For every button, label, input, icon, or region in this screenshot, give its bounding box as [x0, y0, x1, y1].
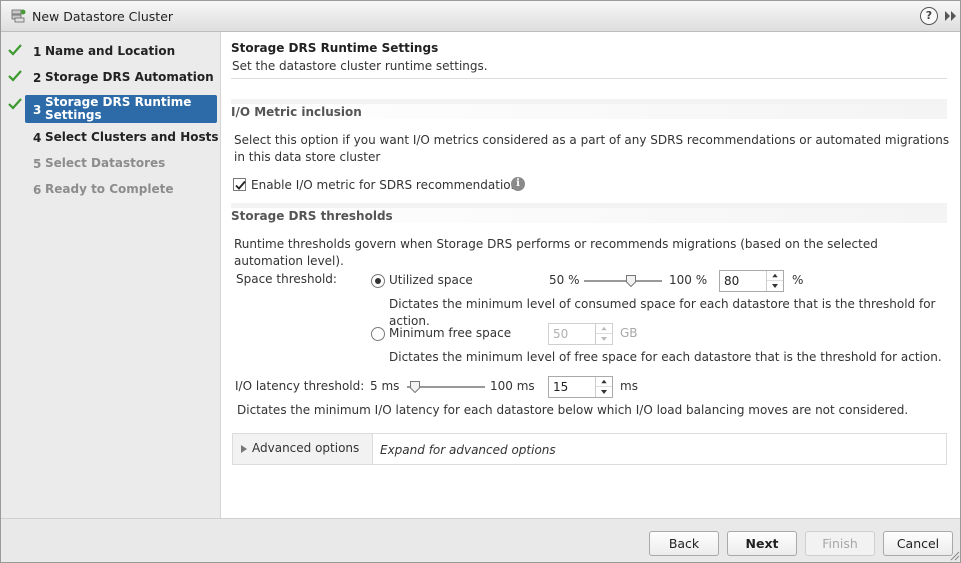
step-label: Select Datastores — [45, 156, 166, 170]
wizard-footer: Back Next Finish Cancel — [1, 518, 960, 562]
minimum-free-space-spinner: 50 — [548, 323, 613, 345]
checkmark-icon — [8, 98, 22, 110]
spin-up-icon — [596, 326, 612, 334]
io-latency-spinner[interactable]: 15 — [548, 376, 613, 398]
io-latency-max-label: 100 ms — [490, 379, 535, 393]
utilized-max-label: 100 % — [669, 273, 708, 287]
advanced-options-toggle[interactable]: Advanced options — [233, 434, 373, 464]
wizard-dialog: New Datastore Cluster ? 1 Name and Locat… — [0, 0, 961, 563]
spin-down-icon — [601, 337, 607, 341]
utilized-space-label[interactable]: Utilized space — [389, 272, 473, 289]
step-label: Ready to Complete — [45, 182, 174, 196]
utilized-space-slider-thumb[interactable] — [625, 275, 636, 287]
step-select-datastores: 5 Select Datastores — [1, 151, 221, 177]
step-ready-to-complete: 6 Ready to Complete — [1, 177, 221, 203]
resize-grip-icon[interactable] — [948, 549, 960, 561]
enable-io-metric-checkbox[interactable] — [233, 178, 246, 191]
utilized-space-spinner[interactable]: 80 — [719, 270, 784, 292]
page-title: Storage DRS Runtime Settings — [231, 41, 439, 55]
step-number: 6 — [33, 183, 42, 197]
step-number: 1 — [33, 45, 42, 59]
thresholds-description: Runtime thresholds govern when Storage D… — [234, 237, 878, 268]
utilized-space-radio[interactable] — [371, 274, 385, 288]
io-latency-help: Dictates the minimum I/O latency for eac… — [237, 403, 909, 417]
step-number: 4 — [33, 131, 42, 145]
step-label: Storage DRS Automation — [45, 70, 214, 84]
io-latency-value[interactable]: 15 — [553, 380, 568, 394]
dialog-title: New Datastore Cluster — [32, 9, 174, 24]
io-latency-min-label: 5 ms — [370, 379, 400, 393]
step-label: Storage DRS Runtime Settings — [45, 95, 192, 122]
finish-button: Finish — [805, 531, 875, 556]
utilized-space-value[interactable]: 80 — [724, 274, 739, 288]
minimum-free-space-radio[interactable] — [371, 327, 385, 341]
minimum-free-space-help: Dictates the minimum level of free space… — [389, 350, 942, 364]
minimum-free-space-value: 50 — [553, 327, 569, 341]
popout-icon[interactable] — [943, 9, 957, 23]
next-button[interactable]: Next — [727, 531, 797, 556]
io-latency-label: I/O latency threshold: — [235, 379, 365, 393]
io-latency-unit: ms — [620, 379, 638, 393]
checkmark-icon — [8, 70, 22, 82]
thresholds-heading: Storage DRS thresholds — [231, 209, 393, 223]
step-number: 2 — [33, 71, 42, 85]
step-label: Name and Location — [45, 44, 176, 58]
utilized-space-unit: % — [792, 273, 804, 287]
header-divider — [231, 78, 947, 79]
spin-up-icon[interactable] — [767, 271, 783, 281]
step-storage-drs-automation[interactable]: 2 Storage DRS Automation — [1, 65, 221, 91]
io-metric-heading: I/O Metric inclusion — [231, 105, 362, 119]
minimum-free-space-label[interactable]: Minimum free space — [389, 325, 511, 342]
step-name-and-location[interactable]: 1 Name and Location — [1, 39, 221, 65]
spin-down-icon[interactable] — [767, 281, 783, 291]
datastore-cluster-icon — [11, 9, 26, 23]
advanced-options-hint: Expand for advanced options — [380, 443, 556, 457]
checkmark-icon — [8, 44, 22, 56]
advanced-options-panel: Advanced options Expand for advanced opt… — [232, 433, 947, 465]
spin-down-icon[interactable] — [596, 387, 612, 397]
page-subtitle: Set the datastore cluster runtime settin… — [232, 59, 488, 73]
help-icon[interactable]: ? — [920, 7, 938, 25]
step-label: Select Clusters and Hosts — [45, 130, 219, 144]
step-number: 5 — [33, 157, 42, 171]
step-content: Storage DRS Runtime Settings Set the dat… — [222, 32, 960, 518]
back-button[interactable]: Back — [649, 531, 719, 556]
spin-up-icon[interactable] — [596, 377, 612, 387]
expand-caret-icon[interactable] — [241, 445, 247, 453]
utilized-min-label: 50 % — [549, 273, 580, 287]
wizard-steps: 1 Name and Location 2 Storage DRS Automa… — [1, 32, 221, 518]
thresholds-section-header: Storage DRS thresholds — [231, 203, 947, 223]
checkmark-icon — [235, 180, 246, 190]
step-select-clusters-and-hosts[interactable]: 4 Select Clusters and Hosts — [1, 125, 221, 151]
cancel-button[interactable]: Cancel — [883, 531, 953, 556]
enable-io-metric-label[interactable]: Enable I/O metric for SDRS recommendatio… — [251, 177, 525, 194]
minimum-free-space-unit: GB — [620, 326, 638, 340]
title-bar: New Datastore Cluster ? — [1, 1, 960, 32]
io-latency-slider-thumb[interactable] — [409, 381, 420, 393]
step-number: 3 — [33, 103, 42, 117]
step-storage-drs-runtime-settings[interactable]: 3 Storage DRS Runtime Settings — [1, 95, 221, 123]
advanced-options-label[interactable]: Advanced options — [252, 441, 359, 455]
io-metric-description: Select this option if you want I/O metri… — [234, 133, 950, 164]
utilized-space-slider-track[interactable] — [584, 280, 662, 282]
info-icon[interactable]: i — [511, 177, 525, 191]
io-metric-section-header: I/O Metric inclusion — [231, 99, 947, 119]
space-threshold-label: Space threshold: — [236, 272, 337, 286]
